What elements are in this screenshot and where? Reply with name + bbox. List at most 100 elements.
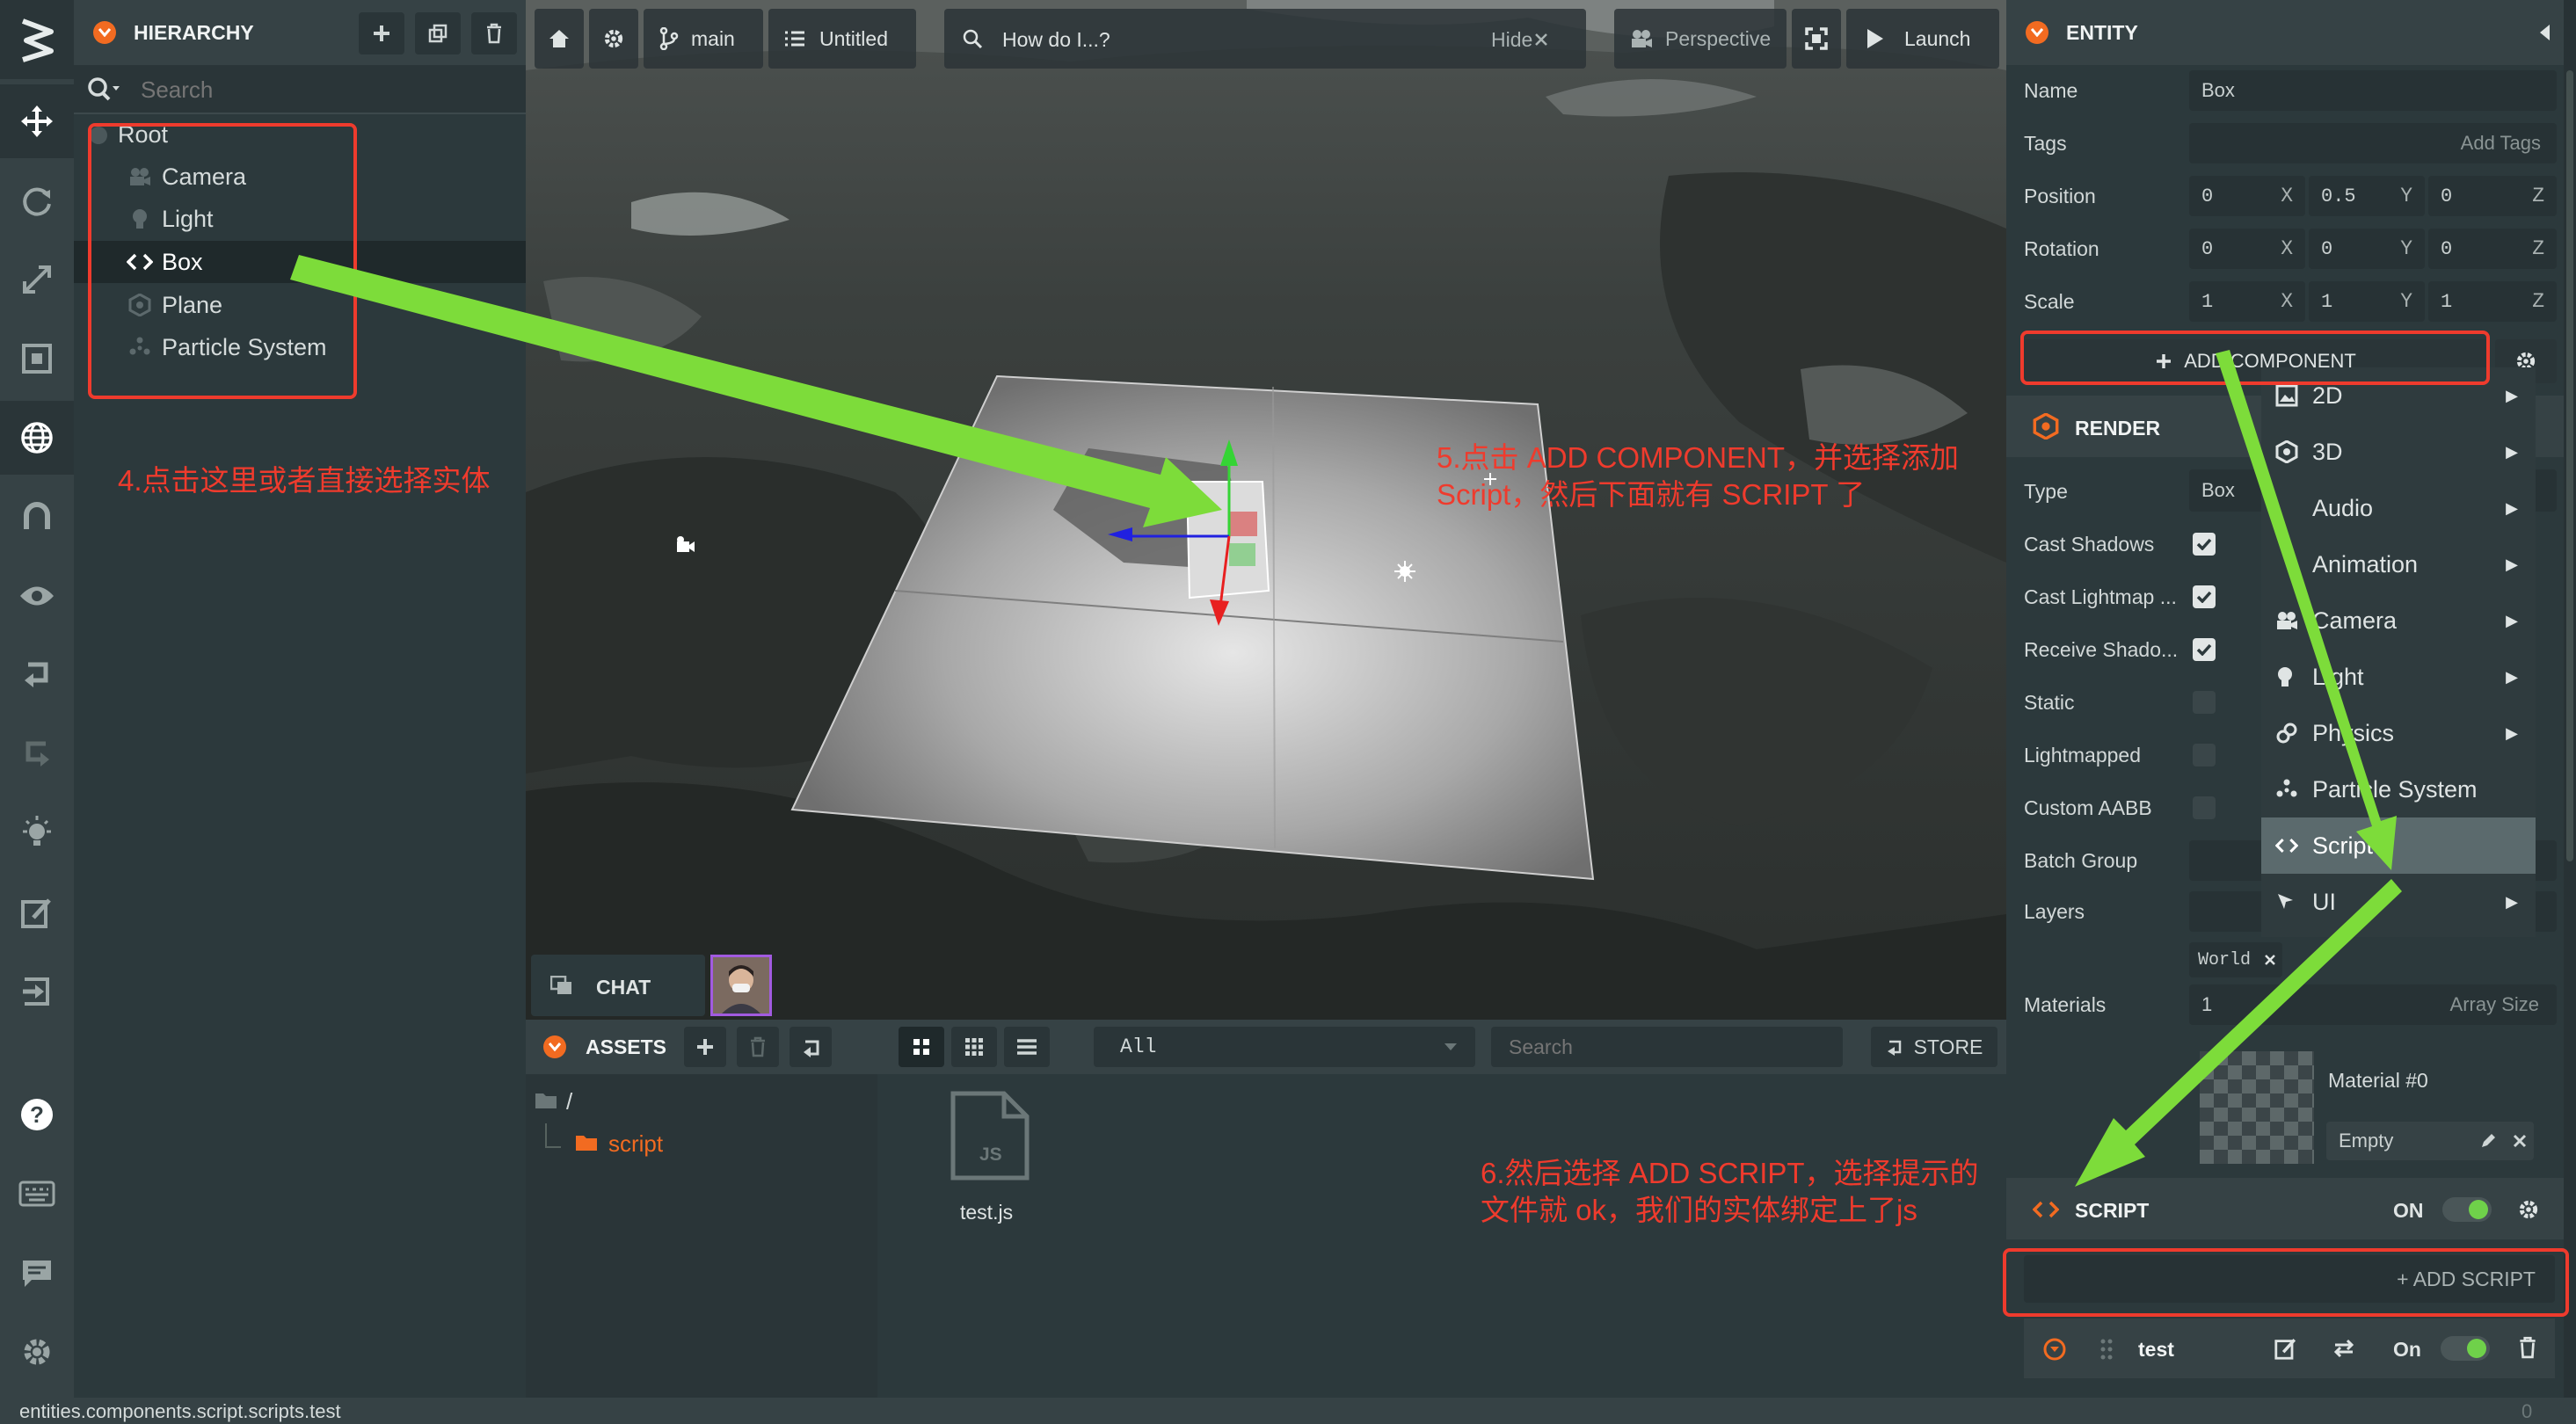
keyboard-shortcuts-icon[interactable] [0, 1157, 74, 1231]
inspector-scrollbar[interactable] [2564, 0, 2576, 1398]
collapse-panel-icon[interactable] [2537, 23, 2551, 42]
add-entity-button[interactable] [359, 12, 404, 54]
folder-script[interactable]: script [575, 1127, 865, 1162]
close-icon[interactable] [2513, 1134, 2527, 1148]
camera-select-button[interactable]: Perspective [1614, 9, 1786, 69]
list-view-button[interactable] [1004, 1027, 1050, 1067]
help-search-bar[interactable]: How do I...? Hide [944, 9, 1586, 69]
scale-z-field[interactable]: 1Z [2428, 281, 2557, 322]
scale-x-field[interactable]: 1X [2189, 281, 2305, 322]
hide-help-button[interactable]: Hide [1491, 28, 1532, 52]
menu-item-animation[interactable]: Animation ▶ [2261, 536, 2536, 592]
asset-type-filter-value: All [1120, 1035, 1157, 1058]
entity-collapse-icon[interactable] [2026, 21, 2048, 44]
name-field[interactable]: Box [2189, 70, 2557, 111]
logo-icon[interactable] [0, 0, 74, 79]
launch-button[interactable]: Launch [1846, 9, 1999, 69]
materials-array-size[interactable]: 1 Array Size [2189, 984, 2557, 1025]
tags-field[interactable]: Add Tags [2189, 123, 2557, 163]
material-asset-field[interactable]: Empty [2326, 1122, 2534, 1160]
assets-search-input[interactable] [1491, 1027, 1843, 1067]
gear-icon[interactable] [2516, 1197, 2541, 1222]
fullscreen-button[interactable] [1792, 9, 1841, 69]
help-icon[interactable]: ? [0, 1078, 74, 1152]
asset-type-filter[interactable]: All [1094, 1027, 1475, 1067]
branch-button[interactable]: main [644, 9, 763, 69]
user-avatar[interactable] [710, 955, 772, 1016]
position-x-field[interactable]: 0X [2189, 176, 2305, 216]
edit-script-icon[interactable] [2274, 1336, 2298, 1361]
delete-asset-button[interactable] [737, 1027, 779, 1067]
scene-list-button[interactable]: Untitled [768, 9, 916, 69]
rotation-y-field[interactable]: 0Y [2309, 229, 2425, 269]
menu-item-particle-system[interactable]: Particle System [2261, 761, 2536, 817]
menu-item-audio[interactable]: Audio ▶ [2261, 480, 2536, 536]
assets-collapse-icon[interactable] [543, 1035, 566, 1058]
menu-item-physics[interactable]: Physics ▶ [2261, 705, 2536, 761]
delete-script-icon[interactable] [2518, 1336, 2537, 1359]
edit-pencil-icon[interactable] [2479, 1132, 2497, 1150]
undo-icon[interactable] [0, 638, 74, 712]
move-asset-button[interactable] [790, 1027, 832, 1067]
home-button[interactable] [535, 9, 584, 69]
redo-icon[interactable] [0, 717, 74, 791]
layer-tag-world[interactable]: World [2189, 942, 2282, 977]
script-collapse-icon[interactable] [2043, 1338, 2066, 1361]
grid-large-view-button[interactable] [899, 1027, 944, 1067]
annotation-box-add-script [2003, 1248, 2569, 1317]
hierarchy-search-input[interactable] [141, 74, 510, 105]
add-asset-button[interactable] [684, 1027, 726, 1067]
script-instance-toggle[interactable] [2441, 1336, 2490, 1361]
folder-root[interactable]: / [535, 1085, 869, 1120]
menu-item-light[interactable]: Light ▶ [2261, 649, 2536, 705]
menu-item-3d[interactable]: 3D ▶ [2261, 424, 2536, 480]
drag-handle-icon[interactable] [2099, 1338, 2114, 1361]
chat-tab[interactable]: CHAT [531, 955, 705, 1016]
menu-item-ui[interactable]: UI ▶ [2261, 874, 2536, 930]
reload-script-icon[interactable] [2332, 1336, 2356, 1361]
position-z-field[interactable]: 0Z [2428, 176, 2557, 216]
publish-icon[interactable] [0, 955, 74, 1028]
scale-x-value: 1 [2201, 290, 2214, 313]
view-eye-icon[interactable] [0, 559, 74, 633]
script-code-icon[interactable] [2033, 1201, 2059, 1218]
static-checkbox[interactable] [2193, 691, 2216, 714]
scale-tool-icon[interactable] [0, 243, 74, 316]
lightmapper-bulb-icon[interactable] [0, 796, 74, 870]
asset-item-test-js[interactable]: JS test.js [916, 1090, 1048, 1266]
code-editor-icon[interactable] [0, 875, 74, 949]
material-thumbnail[interactable] [2200, 1051, 2314, 1164]
receive-shadows-checkbox[interactable] [2193, 638, 2216, 661]
position-y-field[interactable]: 0.5 Y [2309, 176, 2425, 216]
script-enabled-toggle[interactable] [2442, 1197, 2492, 1222]
store-button[interactable]: STORE [1871, 1027, 1997, 1067]
feedback-icon[interactable] [0, 1236, 74, 1310]
asset-filename: test.js [960, 1201, 1014, 1224]
translate-tool-icon[interactable] [0, 84, 74, 158]
delete-entity-button[interactable] [471, 12, 517, 54]
cast-lightmap-checkbox[interactable] [2193, 585, 2216, 608]
hierarchy-search[interactable] [74, 65, 526, 114]
world-space-icon[interactable] [0, 401, 74, 475]
cast-shadows-checkbox[interactable] [2193, 533, 2216, 556]
menu-item-camera[interactable]: Camera ▶ [2261, 592, 2536, 649]
scene-settings-button[interactable] [589, 9, 638, 69]
rotation-z-field[interactable]: 0Z [2428, 229, 2557, 269]
custom-aabb-checkbox[interactable] [2193, 796, 2216, 819]
close-icon[interactable] [1535, 33, 1547, 46]
snap-magnet-icon[interactable] [0, 480, 74, 554]
render-hexagon-icon[interactable] [2033, 413, 2059, 440]
resize-tool-icon[interactable] [0, 322, 74, 396]
menu-item-script[interactable]: Script [2261, 817, 2536, 874]
settings-gear-icon[interactable] [0, 1315, 74, 1389]
rotate-tool-icon[interactable] [0, 163, 74, 237]
grid-small-view-button[interactable] [951, 1027, 997, 1067]
close-icon[interactable] [2265, 955, 2275, 965]
help-search-icon [963, 29, 983, 49]
render-hexagon-icon [2275, 440, 2298, 463]
lightmapped-checkbox[interactable] [2193, 744, 2216, 766]
rotation-x-field[interactable]: 0X [2189, 229, 2305, 269]
duplicate-entity-button[interactable] [415, 12, 461, 54]
scale-y-field[interactable]: 1Y [2309, 281, 2425, 322]
hierarchy-collapse-icon[interactable] [93, 21, 116, 44]
